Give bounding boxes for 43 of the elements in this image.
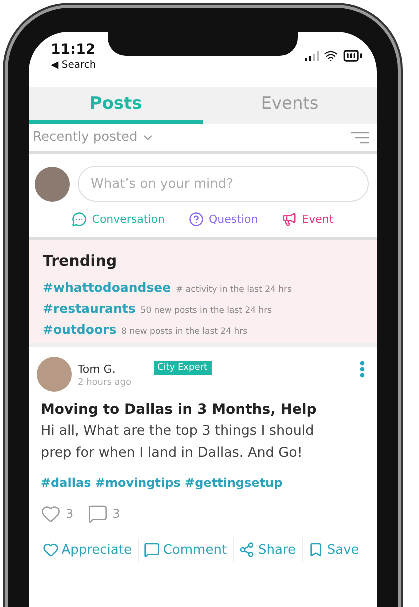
post-action-button[interactable]: Comment — [138, 538, 234, 562]
hashtag-link[interactable]: #whattodoandsee — [43, 280, 172, 295]
post-input-field[interactable]: What’s on your mind? — [78, 166, 369, 202]
comment-icon — [88, 504, 108, 524]
like-count: 3 — [66, 507, 74, 521]
post-body: Hi all, What are the top 3 things I should prep for when I land in Dallas. And Go! — [41, 422, 316, 463]
expert-badge: City Expert — [154, 361, 212, 375]
back-link[interactable]: ◀ Search — [51, 60, 108, 71]
wifi-icon — [324, 49, 338, 63]
bookmark-icon — [308, 542, 324, 558]
status-time: 11:12 — [51, 42, 97, 58]
post-type-button[interactable]: Event — [282, 212, 334, 227]
author-name: Tom G. — [78, 363, 117, 376]
post-type-button[interactable]: Question — [189, 212, 258, 227]
activity-note: 8 new posts in the last 24 hrs — [122, 327, 248, 337]
comment-count: 3 — [112, 507, 120, 521]
sort-icon[interactable] — [351, 132, 369, 144]
sort-dropdown[interactable]: Recently posted — [33, 130, 155, 145]
comment-icon — [144, 542, 160, 558]
post-title: Moving to Dallas in 3 Months, Help — [41, 402, 318, 418]
tab[interactable]: Posts — [29, 87, 203, 124]
tab[interactable]: Events — [203, 87, 377, 124]
heart-icon — [41, 504, 61, 524]
post-action-button[interactable]: Appreciate — [37, 538, 139, 562]
trending-title: Trending — [43, 252, 118, 270]
post-type-button[interactable]: Conversation — [72, 212, 165, 227]
post-action-button[interactable]: Share — [234, 538, 303, 562]
activity-note: 50 new posts in the last 24 hrs — [140, 306, 272, 316]
chat-bubble-icon — [72, 212, 88, 227]
hashtag-link[interactable]: #restaurants — [43, 301, 136, 316]
share-icon — [239, 542, 256, 558]
more-icon — [360, 361, 365, 378]
post-hashtags[interactable]: #dallas #movingtips #gettingsetup — [41, 476, 365, 490]
post-action-button[interactable]: Save — [302, 538, 365, 562]
post-time: 2 hours ago — [78, 378, 132, 388]
hashtag-link[interactable]: #outdoors — [43, 322, 117, 337]
author-avatar — [37, 357, 72, 392]
signal-icon — [305, 51, 319, 61]
question-icon — [189, 212, 204, 227]
megaphone-icon — [282, 212, 298, 227]
activity-note: # activity in the last 24 hrs — [176, 285, 292, 295]
heart-icon — [42, 542, 59, 558]
user-avatar — [35, 166, 70, 202]
